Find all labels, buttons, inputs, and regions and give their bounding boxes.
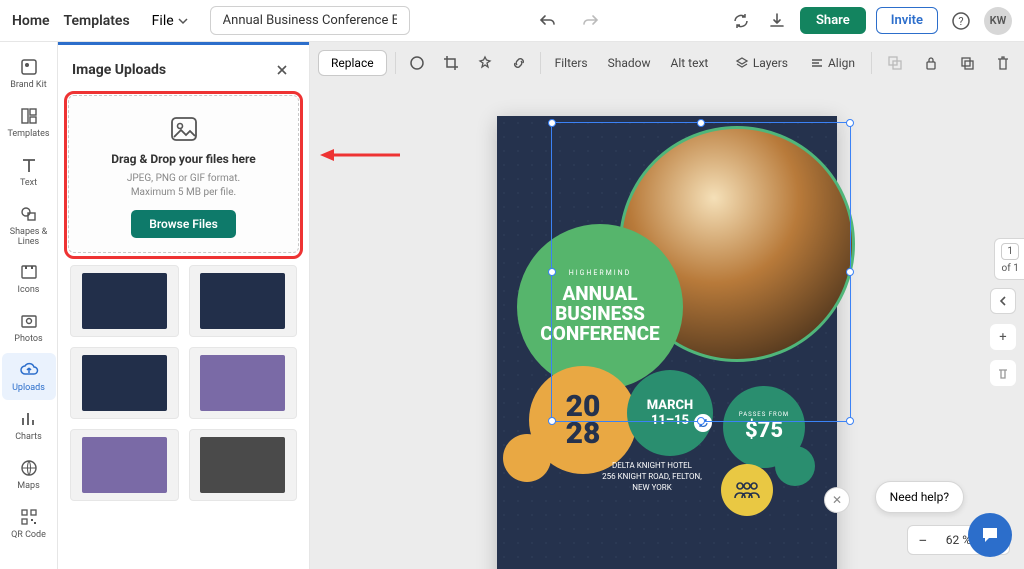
- upload-thumb[interactable]: [189, 347, 298, 419]
- home-link[interactable]: Home: [12, 13, 50, 29]
- link-tool-icon[interactable]: [506, 50, 532, 76]
- upload-thumb[interactable]: [189, 429, 298, 501]
- selection-box[interactable]: [551, 122, 851, 422]
- uploads-icon: [18, 359, 40, 381]
- alttext-button[interactable]: Alt text: [665, 52, 715, 74]
- uploaded-thumbnails: [58, 253, 309, 513]
- image-placeholder-icon: [167, 112, 201, 146]
- replace-button[interactable]: Replace: [318, 50, 387, 76]
- toolbar-right: Layers Align: [729, 50, 1016, 76]
- canvas-area[interactable]: Replace Filters Shadow Alt text Layers A…: [310, 42, 1024, 569]
- page-indicator[interactable]: 1 of 1: [994, 238, 1024, 280]
- lock-button[interactable]: [918, 50, 944, 76]
- templates-link[interactable]: Templates: [64, 13, 130, 29]
- qrcode-icon: [18, 506, 40, 528]
- file-label: File: [152, 13, 174, 29]
- dropzone-subtitle: JPEG, PNG or GIF format.Maximum 5 MB per…: [127, 172, 240, 200]
- upload-dropzone[interactable]: Drag & Drop your files here JPEG, PNG or…: [68, 95, 299, 253]
- file-menu[interactable]: File: [144, 9, 196, 33]
- context-toolbar: Replace Filters Shadow Alt text Layers A…: [318, 50, 1016, 76]
- dropzone-wrap: Drag & Drop your files here JPEG, PNG or…: [58, 95, 309, 253]
- filters-button[interactable]: Filters: [549, 52, 594, 74]
- chevron-down-icon: [178, 16, 188, 26]
- svg-text:?: ?: [958, 15, 963, 28]
- layers-button[interactable]: Layers: [729, 52, 794, 74]
- charts-icon: [18, 408, 40, 430]
- align-icon: [810, 56, 824, 70]
- panel-header: Image Uploads: [58, 45, 309, 95]
- rail-text[interactable]: Text: [2, 148, 56, 195]
- sync-icon[interactable]: [728, 8, 754, 34]
- people-icon-circle: [721, 464, 773, 516]
- shadow-button[interactable]: Shadow: [602, 52, 657, 74]
- topbar: Home Templates File Share Invite ? KW: [0, 0, 1024, 42]
- left-rail: Brand Kit Templates Text Shapes & Lines …: [0, 42, 58, 569]
- close-panel-button[interactable]: [269, 57, 295, 83]
- topbar-center: [418, 8, 720, 34]
- maps-icon: [18, 457, 40, 479]
- rail-maps[interactable]: Maps: [2, 451, 56, 498]
- layers-icon: [735, 56, 749, 70]
- duplicate-button[interactable]: [954, 50, 980, 76]
- zoom-out-button[interactable]: −: [908, 531, 938, 550]
- panel-title: Image Uploads: [72, 62, 166, 78]
- help-icon[interactable]: ?: [948, 8, 974, 34]
- group-button[interactable]: [882, 50, 908, 76]
- rail-brandkit[interactable]: Brand Kit: [2, 50, 56, 97]
- chat-fab[interactable]: [968, 513, 1012, 557]
- dropzone-title: Drag & Drop your files here: [111, 152, 256, 166]
- align-button[interactable]: Align: [804, 52, 861, 74]
- undo-button[interactable]: [535, 8, 561, 34]
- browse-files-button[interactable]: Browse Files: [131, 210, 236, 238]
- upload-thumb[interactable]: [70, 429, 179, 501]
- uploads-panel: Image Uploads Drag & Drop your files her…: [58, 42, 310, 569]
- share-button[interactable]: Share: [800, 7, 866, 34]
- rail-templates[interactable]: Templates: [2, 99, 56, 146]
- text-icon: [18, 154, 40, 176]
- rail-charts[interactable]: Charts: [2, 402, 56, 449]
- circle-tool-icon[interactable]: [404, 50, 430, 76]
- upload-thumb[interactable]: [70, 265, 179, 337]
- upload-thumb[interactable]: [70, 347, 179, 419]
- venue-text: DELTA KNIGHT HOTEL256 KNIGHT ROAD, FELTO…: [587, 460, 717, 494]
- redo-button[interactable]: [577, 8, 603, 34]
- rail-shapes[interactable]: Shapes & Lines: [2, 197, 56, 254]
- poster-canvas[interactable]: HIGHERMIND ANNUALBUSINESSCONFERENCE 2028…: [497, 116, 837, 569]
- design-title-input[interactable]: [210, 6, 410, 35]
- help-close-button[interactable]: ✕: [824, 487, 850, 513]
- templates-icon: [18, 105, 40, 127]
- need-help-button[interactable]: Need help?: [875, 481, 964, 513]
- download-button[interactable]: [764, 8, 790, 34]
- rail-icons[interactable]: Icons: [2, 255, 56, 302]
- main: Brand Kit Templates Text Shapes & Lines …: [0, 42, 1024, 569]
- rail-photos[interactable]: Photos: [2, 304, 56, 351]
- delete-button[interactable]: [990, 50, 1016, 76]
- right-widgets: +: [990, 288, 1016, 386]
- photos-icon: [18, 310, 40, 332]
- shapes-icon: [18, 203, 40, 225]
- magic-tool-icon[interactable]: [472, 50, 498, 76]
- invite-button[interactable]: Invite: [876, 7, 938, 34]
- add-page-button[interactable]: +: [990, 324, 1016, 350]
- upload-thumb[interactable]: [189, 265, 298, 337]
- brandkit-icon: [18, 56, 40, 78]
- icons-icon: [18, 261, 40, 283]
- crop-tool-icon[interactable]: [438, 50, 464, 76]
- delete-page-button[interactable]: [990, 360, 1016, 386]
- topbar-right: Share Invite ? KW: [728, 7, 1012, 35]
- user-avatar[interactable]: KW: [984, 7, 1012, 35]
- rail-uploads[interactable]: Uploads: [2, 353, 56, 400]
- collapse-panel-button[interactable]: [990, 288, 1016, 314]
- rail-qrcode[interactable]: QR Code: [2, 500, 56, 547]
- topbar-left: Home Templates File: [12, 6, 410, 35]
